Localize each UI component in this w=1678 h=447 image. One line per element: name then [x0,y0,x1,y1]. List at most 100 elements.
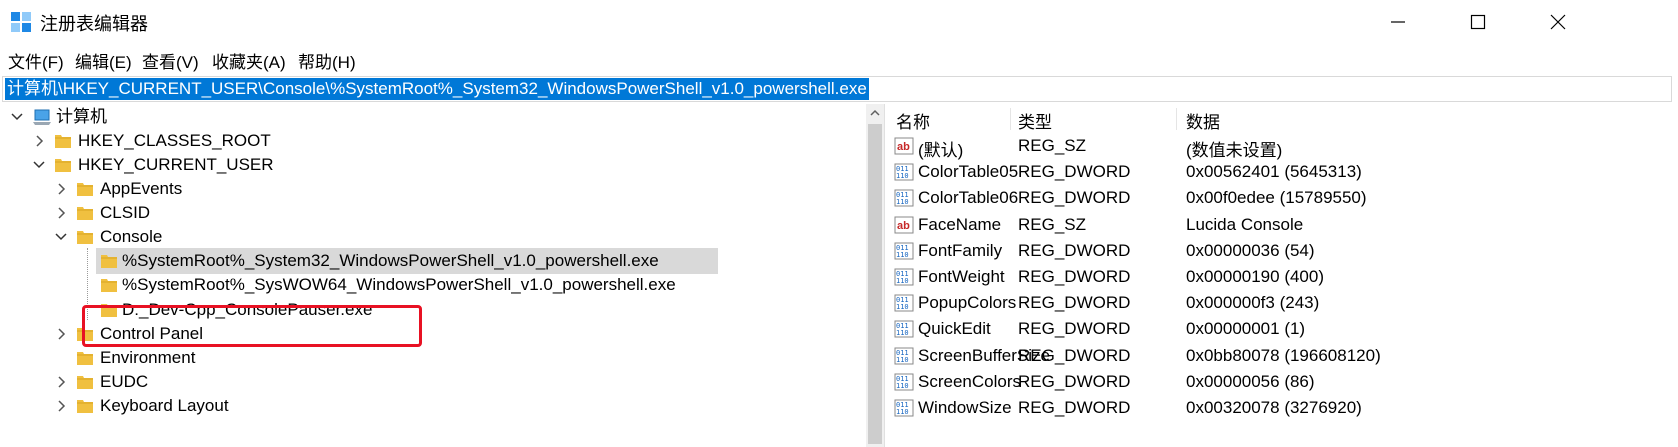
tree-item-powershell-system32[interactable]: %SystemRoot%_System32_WindowsPowerShell_… [96,248,718,274]
tree-item-eudc[interactable]: EUDC [0,369,860,395]
menu-help[interactable]: 帮助(H) [298,48,356,73]
value-name: WindowSize [918,398,1012,417]
registry-editor-icon [11,12,31,32]
binary-value-icon: 011110 [894,242,914,260]
maximize-icon [1470,14,1486,30]
svg-text:110: 110 [896,303,909,311]
value-type: REG_DWORD [1018,345,1131,365]
value-name: FaceName [918,214,1002,234]
tree-label: HKEY_CLASSES_ROOT [78,131,271,150]
chevron-right-icon[interactable] [54,200,68,226]
chevron-right-icon[interactable] [54,321,68,347]
list-item[interactable]: 011 110 ColorTable06 REG_DWORD 0x00f0edee (1… [886,184,1678,212]
address-path[interactable]: 计算机\HKEY_CURRENT_USER\Console\%SystemRoo… [5,78,869,100]
chevron-down-icon[interactable] [32,152,46,178]
address-bar[interactable]: 计算机\HKEY_CURRENT_USER\Console\%SystemRoo… [2,76,1672,102]
chevron-right-icon[interactable] [54,393,68,419]
svg-text:110: 110 [896,198,909,206]
minimize-button[interactable] [1358,0,1438,44]
folder-icon [77,376,93,389]
value-name: FontFamily [918,240,1003,260]
menu-favorites[interactable]: 收藏夹(A) [212,48,286,73]
value-type: REG_DWORD [1018,398,1131,417]
list-item[interactable]: 011 110 ScreenBufferSize REG_DWORD 0x0bb8007… [886,342,1678,370]
svg-text:110: 110 [896,329,909,337]
binary-value-icon: 011110 [894,189,914,207]
folder-icon [101,255,117,268]
list-item[interactable]: 011 110 PopupColors REG_DWORD 0x000000f3 (24… [886,289,1678,317]
tree-label: Environment [100,348,196,367]
value-name: ColorTable05 [918,162,1019,182]
column-divider[interactable] [1176,108,1177,130]
menu-edit[interactable]: 编辑(E) [75,48,132,73]
list-item[interactable]: 011 110 FontFamily REG_DWORD 0x00000036 (54) [886,237,1678,265]
svg-text:110: 110 [896,277,909,285]
minimize-icon [1391,21,1405,23]
tree-item-keyboard-layout[interactable]: Keyboard Layout [0,393,860,419]
folder-icon [55,159,71,172]
title-bar: 注册表编辑器 [0,0,1678,44]
close-button[interactable] [1518,0,1598,44]
value-data: 0x000000f3 (243) [1186,293,1320,313]
column-header-name[interactable]: 名称 [896,108,930,133]
value-type: REG_DWORD [1018,267,1131,286]
value-name: QuickEdit [918,319,991,339]
value-data: 0x00f0edee (15789550) [1186,188,1367,208]
tree-item-hkey-current-user[interactable]: HKEY_CURRENT_USER [0,152,860,178]
value-data: 0x00000056 (86) [1186,371,1315,391]
list-item[interactable]: ab (默认) REG_SZ (数值未设置) [886,132,1678,160]
tree-root[interactable]: 计算机 [0,104,860,130]
column-header-data[interactable]: 数据 [1186,108,1220,133]
key-tree: 计算机 HKEY_CLASSES_ROOT HKEY_CURRENT_USER … [0,104,885,447]
chevron-right-icon[interactable] [32,128,46,154]
scroll-thumb[interactable] [868,124,882,444]
value-data: 0x00000001 (1) [1186,319,1306,339]
maximize-button[interactable] [1438,0,1518,44]
list-item[interactable]: 011 110 ScreenColors REG_DWORD 0x00000056 (8… [886,368,1678,396]
menu-view[interactable]: 查看(V) [142,48,199,73]
list-item[interactable]: ab FaceName REG_SZ Lucida Console [886,211,1678,239]
tree-label: AppEvents [100,179,183,198]
list-item[interactable]: 011 110 ColorTable05 REG_DWORD 0x00562401 (5… [886,158,1678,186]
binary-value-icon: 011110 [894,373,914,391]
value-name: ColorTable06 [918,188,1019,208]
list-item[interactable]: 011 110 FontWeight REG_DWORD 0x00000190 (400… [886,263,1678,291]
tree-item-console[interactable]: Console [0,224,860,250]
value-type: REG_DWORD [1018,293,1131,313]
tree-label: Keyboard Layout [100,396,229,415]
tree-item-environment[interactable]: Environment [0,345,860,371]
folder-icon [77,231,93,244]
binary-value-icon: 011110 [894,347,914,365]
column-divider[interactable] [1010,108,1011,130]
window-title: 注册表编辑器 [40,14,148,34]
list-item[interactable]: 011 110 QuickEdit REG_DWORD 0x00000001 (1) [886,315,1678,343]
tree-item-appevents[interactable]: AppEvents [0,176,860,202]
column-header-type[interactable]: 类型 [1018,108,1052,133]
highlight-box [82,305,422,347]
svg-text:110: 110 [896,408,909,416]
tree-item-clsid[interactable]: CLSID [0,200,860,226]
binary-value-icon: 011110 [894,399,914,417]
tree-label: EUDC [100,372,149,391]
list-item[interactable]: 011 110 WindowSize REG_DWORD 0x00320078 (327… [886,394,1678,422]
chevron-right-icon[interactable] [54,369,68,395]
svg-text:110: 110 [896,356,909,364]
value-type: REG_DWORD [1018,162,1131,182]
value-data: 0x00000190 (400) [1186,267,1325,286]
chevron-down-icon[interactable] [10,104,24,130]
scroll-up-icon[interactable] [869,108,881,118]
menu-file[interactable]: 文件(F) [8,48,64,73]
computer-icon [33,109,51,125]
folder-icon [77,352,93,365]
value-type: REG_DWORD [1018,319,1131,339]
tree-item-powershell-syswow64[interactable]: %SystemRoot%_SysWOW64_WindowsPowerShell_… [96,272,796,298]
value-name: PopupColors [918,293,1017,313]
folder-icon [77,183,93,196]
tree-item-hkey-classes-root[interactable]: HKEY_CLASSES_ROOT [0,128,860,154]
tree-label: %SystemRoot%_System32_WindowsPowerShell_… [122,251,659,270]
tree-scrollbar[interactable] [866,104,884,447]
value-type: REG_DWORD [1018,371,1131,391]
chevron-down-icon[interactable] [54,224,68,250]
value-data: 0x0bb80078 (196608120) [1186,345,1381,365]
chevron-right-icon[interactable] [54,176,68,202]
